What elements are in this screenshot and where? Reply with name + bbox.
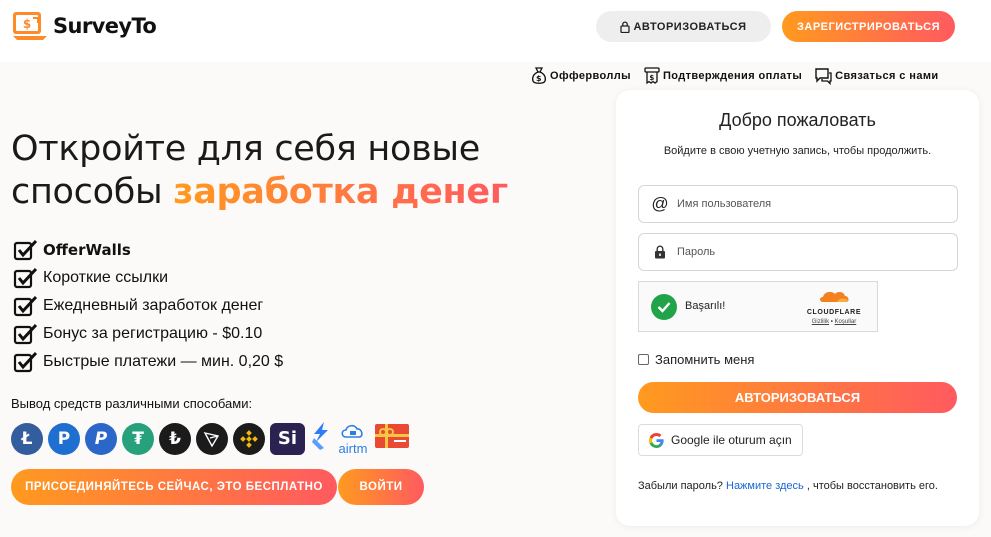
forgot-password-text: Забыли пароль? Нажмите здесь , чтобы вос… — [638, 480, 938, 492]
tron-icon — [196, 422, 228, 455]
captcha-terms-link[interactable]: Koşullar — [835, 319, 857, 325]
airtm-label: airtm — [338, 441, 368, 456]
svg-text:$: $ — [536, 74, 542, 83]
svg-text:$: $ — [649, 74, 654, 82]
join-button[interactable]: ПРИСОЕДИНЯЙТЕСЬ СЕЙЧАС, ЭТО БЕСПЛАТНО — [11, 469, 337, 505]
at-sign-icon: @ — [651, 194, 669, 213]
feature-list: OfferWalls Короткие ссылки Ежедневный за… — [13, 236, 283, 376]
remember-me[interactable]: Запомнить меня — [638, 352, 754, 367]
cloudflare-cloud-icon — [820, 291, 849, 302]
checkbox-checked-icon — [13, 323, 38, 345]
enter-button[interactable]: ВОЙТИ — [338, 469, 424, 505]
google-signin-label: Google ile oturum açın — [671, 433, 792, 447]
nav-contact[interactable]: Связаться с нами — [814, 67, 938, 85]
check-icon — [651, 294, 677, 320]
forgot-prefix: Забыли пароль? — [638, 480, 723, 492]
svg-text:$: $ — [23, 17, 31, 31]
tether-icon: ₮ — [122, 422, 154, 455]
nav-offerwalls-label: Офферволлы — [550, 69, 631, 82]
captcha-widget[interactable]: Başarılı! CLOUDFLARE Gizlilik • Koşullar — [638, 281, 878, 332]
checkbox-checked-icon — [13, 239, 38, 261]
airtm-icon: airtm — [336, 422, 370, 455]
password-field[interactable] — [638, 233, 958, 271]
feature-label: Короткие ссылки — [43, 269, 169, 286]
chat-icon — [815, 67, 832, 85]
hero-heading: Откройте для себя новые способы заработк… — [11, 128, 508, 214]
cloudflare-logo: CLOUDFLARE Gizlilik • Koşullar — [803, 289, 865, 325]
forgot-suffix: , чтобы восстановить его. — [806, 480, 938, 492]
feature-label: Бонус за регистрацию - $0.10 — [43, 325, 263, 342]
litecoin-icon: Ł — [11, 422, 43, 455]
checkbox-checked-icon — [13, 295, 38, 317]
paypal-icon: P — [85, 422, 117, 455]
si-icon: Si — [270, 422, 305, 455]
logo-icon: $ — [13, 12, 47, 40]
hero-line-2: способы заработка денег — [11, 171, 508, 214]
remember-checkbox[interactable] — [638, 354, 649, 365]
register-button[interactable]: ЗАРЕГИСТРИРОВАТЬСЯ — [782, 11, 955, 42]
login-card: Добро пожаловать Войдите в свою учетную … — [616, 90, 979, 526]
receipt-icon: $ — [644, 67, 660, 85]
money-bag-icon: $ — [532, 67, 546, 84]
google-signin-button[interactable]: Google ile oturum açın — [638, 424, 803, 456]
feature-item: Ежедневный заработок денег — [13, 292, 283, 320]
gift-card-icon — [374, 423, 410, 454]
checkbox-checked-icon — [13, 267, 38, 289]
lock-icon — [651, 245, 669, 259]
feature-label: OfferWalls — [43, 241, 131, 259]
checkbox-checked-icon — [13, 351, 38, 373]
captcha-status: Başarılı! — [685, 300, 726, 312]
hero-line-2-plain: способы — [11, 172, 174, 212]
lock-icon — [620, 20, 631, 33]
faucetpay-icon — [310, 420, 332, 457]
submit-login-button[interactable]: АВТОРИЗОВАТЬСЯ — [638, 382, 957, 413]
username-input[interactable] — [677, 198, 937, 210]
hero-line-1: Откройте для себя новые — [11, 129, 480, 169]
password-input[interactable] — [677, 246, 937, 258]
nav-payment-proofs-label: Подтверждения оплаты — [662, 69, 803, 82]
feature-item: Быстрые платежи — мин. 0,20 $ — [13, 348, 283, 376]
binance-icon — [233, 422, 265, 455]
withdraw-label: Вывод средств различными способами: — [11, 396, 253, 411]
captcha-links: Gizlilik • Koşullar — [803, 319, 865, 325]
feature-label: Быстрые платежи — мин. 0,20 $ — [43, 353, 284, 370]
login-button-label: АВТОРИЗОВАТЬСЯ — [633, 20, 747, 33]
logo[interactable]: $ SurveyTo — [11, 10, 157, 42]
nav-payment-proofs[interactable]: $ Подтверждения оплаты — [643, 66, 802, 85]
hero-highlight: заработка денег — [173, 172, 508, 212]
feature-item: OfferWalls — [13, 236, 283, 264]
captcha-privacy-link[interactable]: Gizlilik — [812, 319, 829, 325]
captcha-separator: • — [830, 319, 833, 325]
feature-label: Ежедневный заработок денег — [43, 297, 264, 314]
nav-offerwalls[interactable]: $ Офферволлы — [530, 66, 631, 85]
username-field[interactable]: @ — [638, 185, 958, 223]
tron-lira-icon: ₺ — [159, 422, 191, 455]
card-title: Добро пожаловать — [719, 110, 876, 130]
top-bar: $ SurveyTo АВТОРИЗОВАТЬСЯ ЗАРЕГИСТРИРОВА… — [0, 0, 991, 62]
remember-label: Запомнить меня — [655, 352, 755, 367]
forgot-password-link[interactable]: Нажмите здесь — [726, 480, 804, 492]
feature-item: Короткие ссылки — [13, 264, 283, 292]
login-button[interactable]: АВТОРИЗОВАТЬСЯ — [596, 11, 771, 42]
cloudflare-wordmark: CLOUDFLARE — [806, 309, 862, 316]
sub-navigation: $ Офферволлы $ Подтверждения оплаты Связ… — [530, 66, 951, 85]
payeer-icon: P — [48, 422, 80, 455]
feature-item: Бонус за регистрацию - $0.10 — [13, 320, 283, 348]
card-subtitle: Войдите в свою учетную запись, чтобы про… — [663, 145, 932, 157]
google-icon — [649, 432, 664, 448]
nav-contact-label: Связаться с нами — [835, 69, 939, 82]
payment-methods: Ł P P ₮ ₺ Si airtm — [11, 420, 410, 457]
brand-name: SurveyTo — [53, 14, 157, 38]
